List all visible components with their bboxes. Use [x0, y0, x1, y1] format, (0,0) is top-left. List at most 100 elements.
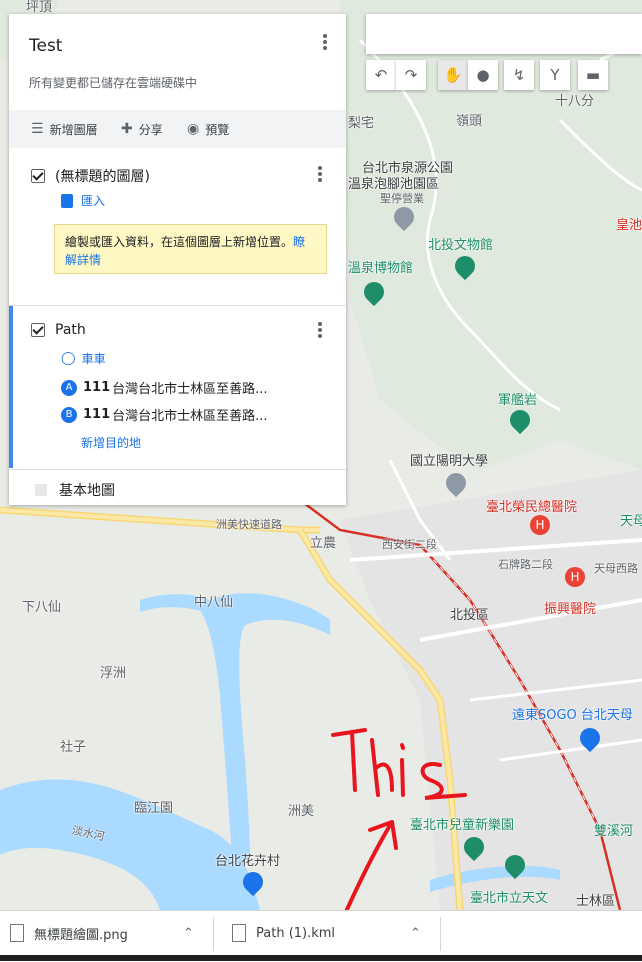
route-stop-b[interactable]: B 111 台灣台北市士林區至善路... — [61, 405, 268, 424]
map-label-veterans-hospital: 臺北榮民總醫院 — [486, 500, 578, 515]
museum-pin[interactable] — [359, 277, 389, 307]
hand-icon: ✋ — [443, 66, 463, 84]
shopping-pin[interactable] — [238, 867, 268, 897]
file-icon — [232, 924, 246, 942]
add-destination-link[interactable]: 新增目的地 — [81, 434, 141, 451]
layers-panel: Test 所有變更都已儲存在雲端硬碟中 ☰ 新增圖層 ✚ 分享 ◉ 預覽 (無標… — [9, 14, 346, 505]
layer-path-header[interactable]: Path — [31, 322, 86, 338]
add-marker-button[interactable]: ● — [468, 60, 498, 90]
share-button[interactable]: ✚ 分享 — [121, 110, 163, 148]
layer-visibility-checkbox[interactable] — [31, 323, 45, 337]
layer-untitled-header[interactable]: (無標題的圖層) — [31, 166, 150, 186]
map-label-shibafen: 十八分 — [555, 94, 595, 109]
map-label-childrens-park: 臺北市兒童新樂園 — [410, 818, 515, 833]
line-icon: ↯ — [512, 66, 526, 84]
layer-path-name[interactable]: Path — [55, 322, 86, 338]
bicycle-icon: ◯ — [61, 351, 76, 366]
map-label-expressway: 洲美快速道路 — [216, 518, 282, 531]
layer-options-menu-icon[interactable] — [310, 164, 330, 184]
map-label-xiaanjie: 西安街二段 — [382, 538, 437, 551]
map-label-sogo: 遠東SOGO 台北天母 — [512, 708, 633, 723]
map-toolbar: ↶ ↷ ✋ ● ↯ Y ▬ — [366, 60, 620, 90]
file-icon — [10, 924, 24, 942]
stop-zip: 111 — [83, 380, 111, 395]
map-label-fuzhou: 浮洲 — [100, 666, 127, 681]
draw-line-button[interactable]: ↯ — [504, 60, 534, 90]
layer-untitled-name[interactable]: (無標題的圖層) — [55, 166, 150, 186]
hospital-icon[interactable]: H — [565, 567, 585, 587]
route-stop-a[interactable]: A 111 台灣台北市士林區至善路... — [61, 378, 268, 397]
layer-visibility-checkbox[interactable] — [31, 169, 45, 183]
map-label-zhenxing-hospital: 振興醫院 — [544, 602, 597, 617]
map-label-huangchi: 皇池 — [616, 218, 642, 233]
layer-options-menu-icon[interactable] — [310, 320, 330, 340]
stop-address: 台灣台北市士林區至善路... — [112, 382, 268, 397]
search-input[interactable] — [366, 14, 642, 54]
download-separator — [213, 917, 214, 951]
map-label-huahui: 台北花卉村 — [215, 854, 281, 869]
directions-button[interactable]: Y — [540, 60, 570, 90]
download-item-kml[interactable]: Path (1).kml ⌃ — [232, 911, 432, 955]
preview-button[interactable]: ◉ 預覽 — [187, 110, 229, 148]
map-options-menu-icon[interactable] — [315, 32, 335, 52]
map-label-tianmu-w: 天母西路 — [594, 562, 638, 575]
measure-button[interactable]: ▬ — [578, 60, 608, 90]
chevron-up-icon[interactable]: ⌃ — [410, 926, 421, 941]
chevron-up-icon[interactable]: ⌃ — [183, 926, 194, 941]
map-label-yangming-uni: 國立陽明大學 — [410, 454, 489, 469]
map-label-shuangxi: 雙溪河 — [594, 824, 634, 839]
museum-pin[interactable] — [500, 850, 530, 880]
museum-pin[interactable] — [450, 251, 480, 281]
import-icon — [61, 193, 73, 208]
map-label-zhoumei: 洲美 — [288, 804, 315, 819]
school-pin[interactable] — [441, 468, 471, 498]
map-label-astronomy: 臺北市立天文 — [470, 891, 549, 906]
stop-zip: 111 — [83, 407, 111, 422]
layer-divider — [9, 305, 346, 306]
download-item-png[interactable]: 無標題繪圖.png ⌃ — [10, 911, 200, 955]
viewpoint-pin[interactable] — [505, 405, 535, 435]
map-label-parking: 聖停營業 — [380, 192, 424, 205]
selected-layer-indicator — [9, 306, 13, 468]
eye-icon: ◉ — [187, 121, 200, 137]
pan-tool-button[interactable]: ✋ — [438, 60, 468, 90]
stop-badge: B — [61, 406, 77, 423]
layer-hint-tooltip: 繪製或匯入資料，在這個圖層上新增位置。瞭解詳情 — [54, 224, 327, 274]
map-title[interactable]: Test — [29, 36, 62, 56]
directions-icon: Y — [550, 66, 560, 84]
layer-divider — [9, 469, 346, 470]
add-layer-button[interactable]: ☰ 新增圖層 — [31, 110, 98, 148]
stop-address: 台灣台北市士林區至善路... — [112, 409, 268, 424]
collapse-arrow-icon — [35, 484, 47, 496]
map-label-shezi: 社子 — [60, 740, 87, 755]
landmark-pin[interactable] — [389, 202, 419, 232]
map-label-hotspring-museum: 溫泉博物館 — [348, 261, 414, 276]
undo-icon: ↶ — [374, 66, 388, 84]
map-label-linjiang: 臨江園 — [134, 801, 174, 816]
map-label-tian: 天母 — [620, 514, 642, 529]
add-layer-label: 新增圖層 — [49, 122, 98, 137]
travel-mode-selector[interactable]: ◯ 車車 — [61, 350, 106, 367]
map-label-zhongbaxian: 中八仙 — [194, 595, 234, 610]
map-label-pingding: 坪頂 — [26, 0, 53, 15]
undo-button[interactable]: ↶ — [366, 60, 396, 90]
download-separator — [440, 917, 441, 951]
hospital-icon[interactable]: H — [530, 515, 550, 535]
stop-badge: A — [61, 379, 77, 396]
basemap-label: 基本地圖 — [59, 483, 115, 499]
share-label: 分享 — [138, 122, 163, 137]
download-filename: 無標題繪圖.png — [34, 927, 128, 943]
panel-actions-bar: ☰ 新增圖層 ✚ 分享 ◉ 預覽 — [9, 110, 346, 148]
download-filename: Path (1).kml — [256, 925, 336, 941]
import-link[interactable]: 匯入 — [61, 192, 105, 209]
map-label-shilin: 士林區 — [576, 894, 616, 909]
marker-icon: ● — [476, 66, 490, 84]
basemap-toggle[interactable]: 基本地圖 — [35, 480, 115, 500]
add-person-icon: ✚ — [121, 121, 133, 137]
redo-icon: ↷ — [404, 66, 418, 84]
shopping-pin[interactable] — [575, 723, 605, 753]
map-label-lingtou: 嶺頭 — [456, 114, 483, 129]
redo-button[interactable]: ↷ — [396, 60, 426, 90]
park-pin[interactable] — [459, 832, 489, 862]
ruler-icon: ▬ — [585, 66, 601, 84]
